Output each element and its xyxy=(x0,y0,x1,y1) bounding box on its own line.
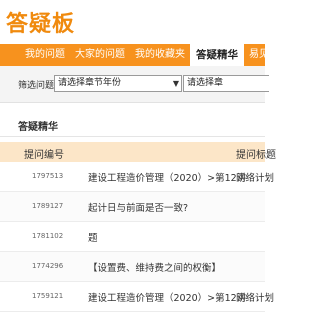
chapter-select[interactable]: 请选择章 xyxy=(183,75,269,92)
tab-my-favorites[interactable]: 我的收藏夹 xyxy=(130,44,190,66)
table-row[interactable]: 1789127 起计日与前面是否一致? xyxy=(0,192,265,222)
table-header: 提问编号 提问标题 xyxy=(0,142,276,162)
tab-featured-answers[interactable]: 答疑精华 xyxy=(190,42,244,66)
tab-common-questions[interactable]: 易见问题 xyxy=(244,44,294,66)
question-id: 1759121 xyxy=(32,292,64,300)
table-row[interactable]: 1781102 题 xyxy=(0,222,265,252)
question-title-link[interactable]: 建设工程造价管理（2020）>第12讲 xyxy=(88,290,246,304)
section-title: 答疑精华 xyxy=(18,122,58,133)
question-title-link[interactable]: 【设置费、维持费之间的权衡】 xyxy=(88,260,221,274)
question-id: 1797513 xyxy=(32,172,64,180)
tab-my-questions[interactable]: 我的问题 xyxy=(20,44,70,66)
question-title-link[interactable]: 题 xyxy=(88,230,98,244)
year-chapter-select-value: 请选择章节年份 xyxy=(58,78,122,88)
question-title-link[interactable]: 建设工程造价管理（2020）>第12讲 xyxy=(88,170,246,184)
year-chapter-select[interactable]: 请选择章节年份 ▼ xyxy=(54,75,182,92)
column-header-title: 提问标题 xyxy=(236,150,276,161)
question-id: 1774296 xyxy=(32,262,64,270)
column-header-id: 提问编号 xyxy=(24,150,64,161)
section-divider xyxy=(0,136,265,137)
question-id: 1789127 xyxy=(32,202,64,210)
filter-label: 筛选问题 xyxy=(18,81,55,91)
question-id: 1781102 xyxy=(32,232,64,240)
question-title-extra: 网络计划 xyxy=(236,173,275,184)
table-row[interactable]: 1759121 建设工程造价管理（2020）>第12讲 网络计划 xyxy=(0,282,274,312)
questions-table: 提问编号 提问标题 1797513 建设工程造价管理（2020）>第12讲 网络… xyxy=(0,142,276,312)
chapter-select-value: 请选择章 xyxy=(187,78,224,88)
tab-bar: 我的问题 大家的问题 我的收藏夹 答疑精华 易见问题 xyxy=(0,42,289,66)
table-row[interactable]: 1797513 建设工程造价管理（2020）>第12讲 网络计划 xyxy=(0,162,274,192)
table-row[interactable]: 1774296 【设置费、维持费之间的权衡】 xyxy=(0,252,265,282)
chevron-down-icon: ▼ xyxy=(172,79,179,88)
logo: 答疑板 xyxy=(6,12,76,37)
tab-everyones-questions[interactable]: 大家的问题 xyxy=(70,44,130,66)
header: 答疑板 xyxy=(0,0,265,40)
question-title-extra: 网络计划 xyxy=(236,293,275,304)
filter-bar: 筛选问题 请选择章节年份 ▼ 请选择章 xyxy=(0,66,269,103)
question-title-link[interactable]: 起计日与前面是否一致? xyxy=(88,200,188,214)
